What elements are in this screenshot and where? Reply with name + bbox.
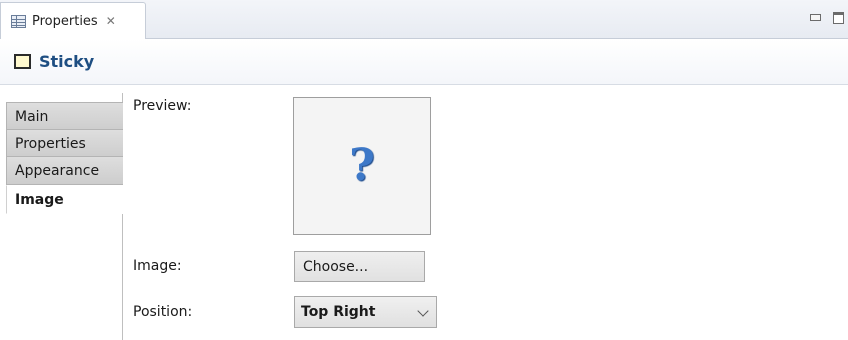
position-label: Position:: [133, 304, 193, 320]
properties-view-tab[interactable]: Properties ✕: [0, 2, 146, 39]
chevron-down-icon: [417, 305, 429, 317]
properties-header: Sticky: [0, 39, 848, 85]
tab-image-label: Image: [15, 191, 64, 208]
tab-appearance[interactable]: Appearance: [6, 156, 123, 185]
tab-main-label: Main: [15, 108, 49, 125]
image-preview: ?: [293, 97, 431, 235]
page-title: Sticky: [39, 52, 95, 71]
position-select-value: Top Right: [301, 304, 376, 320]
position-select[interactable]: Top Right: [294, 296, 437, 328]
tab-properties-label: Properties: [15, 135, 86, 152]
image-label: Image:: [133, 258, 182, 274]
choose-image-button[interactable]: Choose...: [294, 251, 425, 282]
minimize-icon[interactable]: [810, 14, 821, 21]
question-mark-icon: ?: [349, 140, 375, 191]
sticky-note-icon: [14, 54, 31, 69]
close-icon[interactable]: ✕: [106, 14, 116, 28]
view-controls: [810, 12, 844, 24]
view-tab-label: Properties: [32, 13, 98, 29]
tab-main[interactable]: Main: [6, 102, 123, 131]
view-tab-strip: Properties ✕: [0, 0, 848, 39]
section-tabs: Main Properties Appearance Image: [0, 93, 124, 340]
tab-image[interactable]: Image: [6, 185, 124, 214]
maximize-icon[interactable]: [833, 12, 844, 24]
tab-properties[interactable]: Properties: [6, 129, 123, 158]
properties-table-icon: [11, 14, 26, 28]
preview-label: Preview:: [133, 98, 192, 114]
tab-appearance-label: Appearance: [15, 162, 100, 179]
